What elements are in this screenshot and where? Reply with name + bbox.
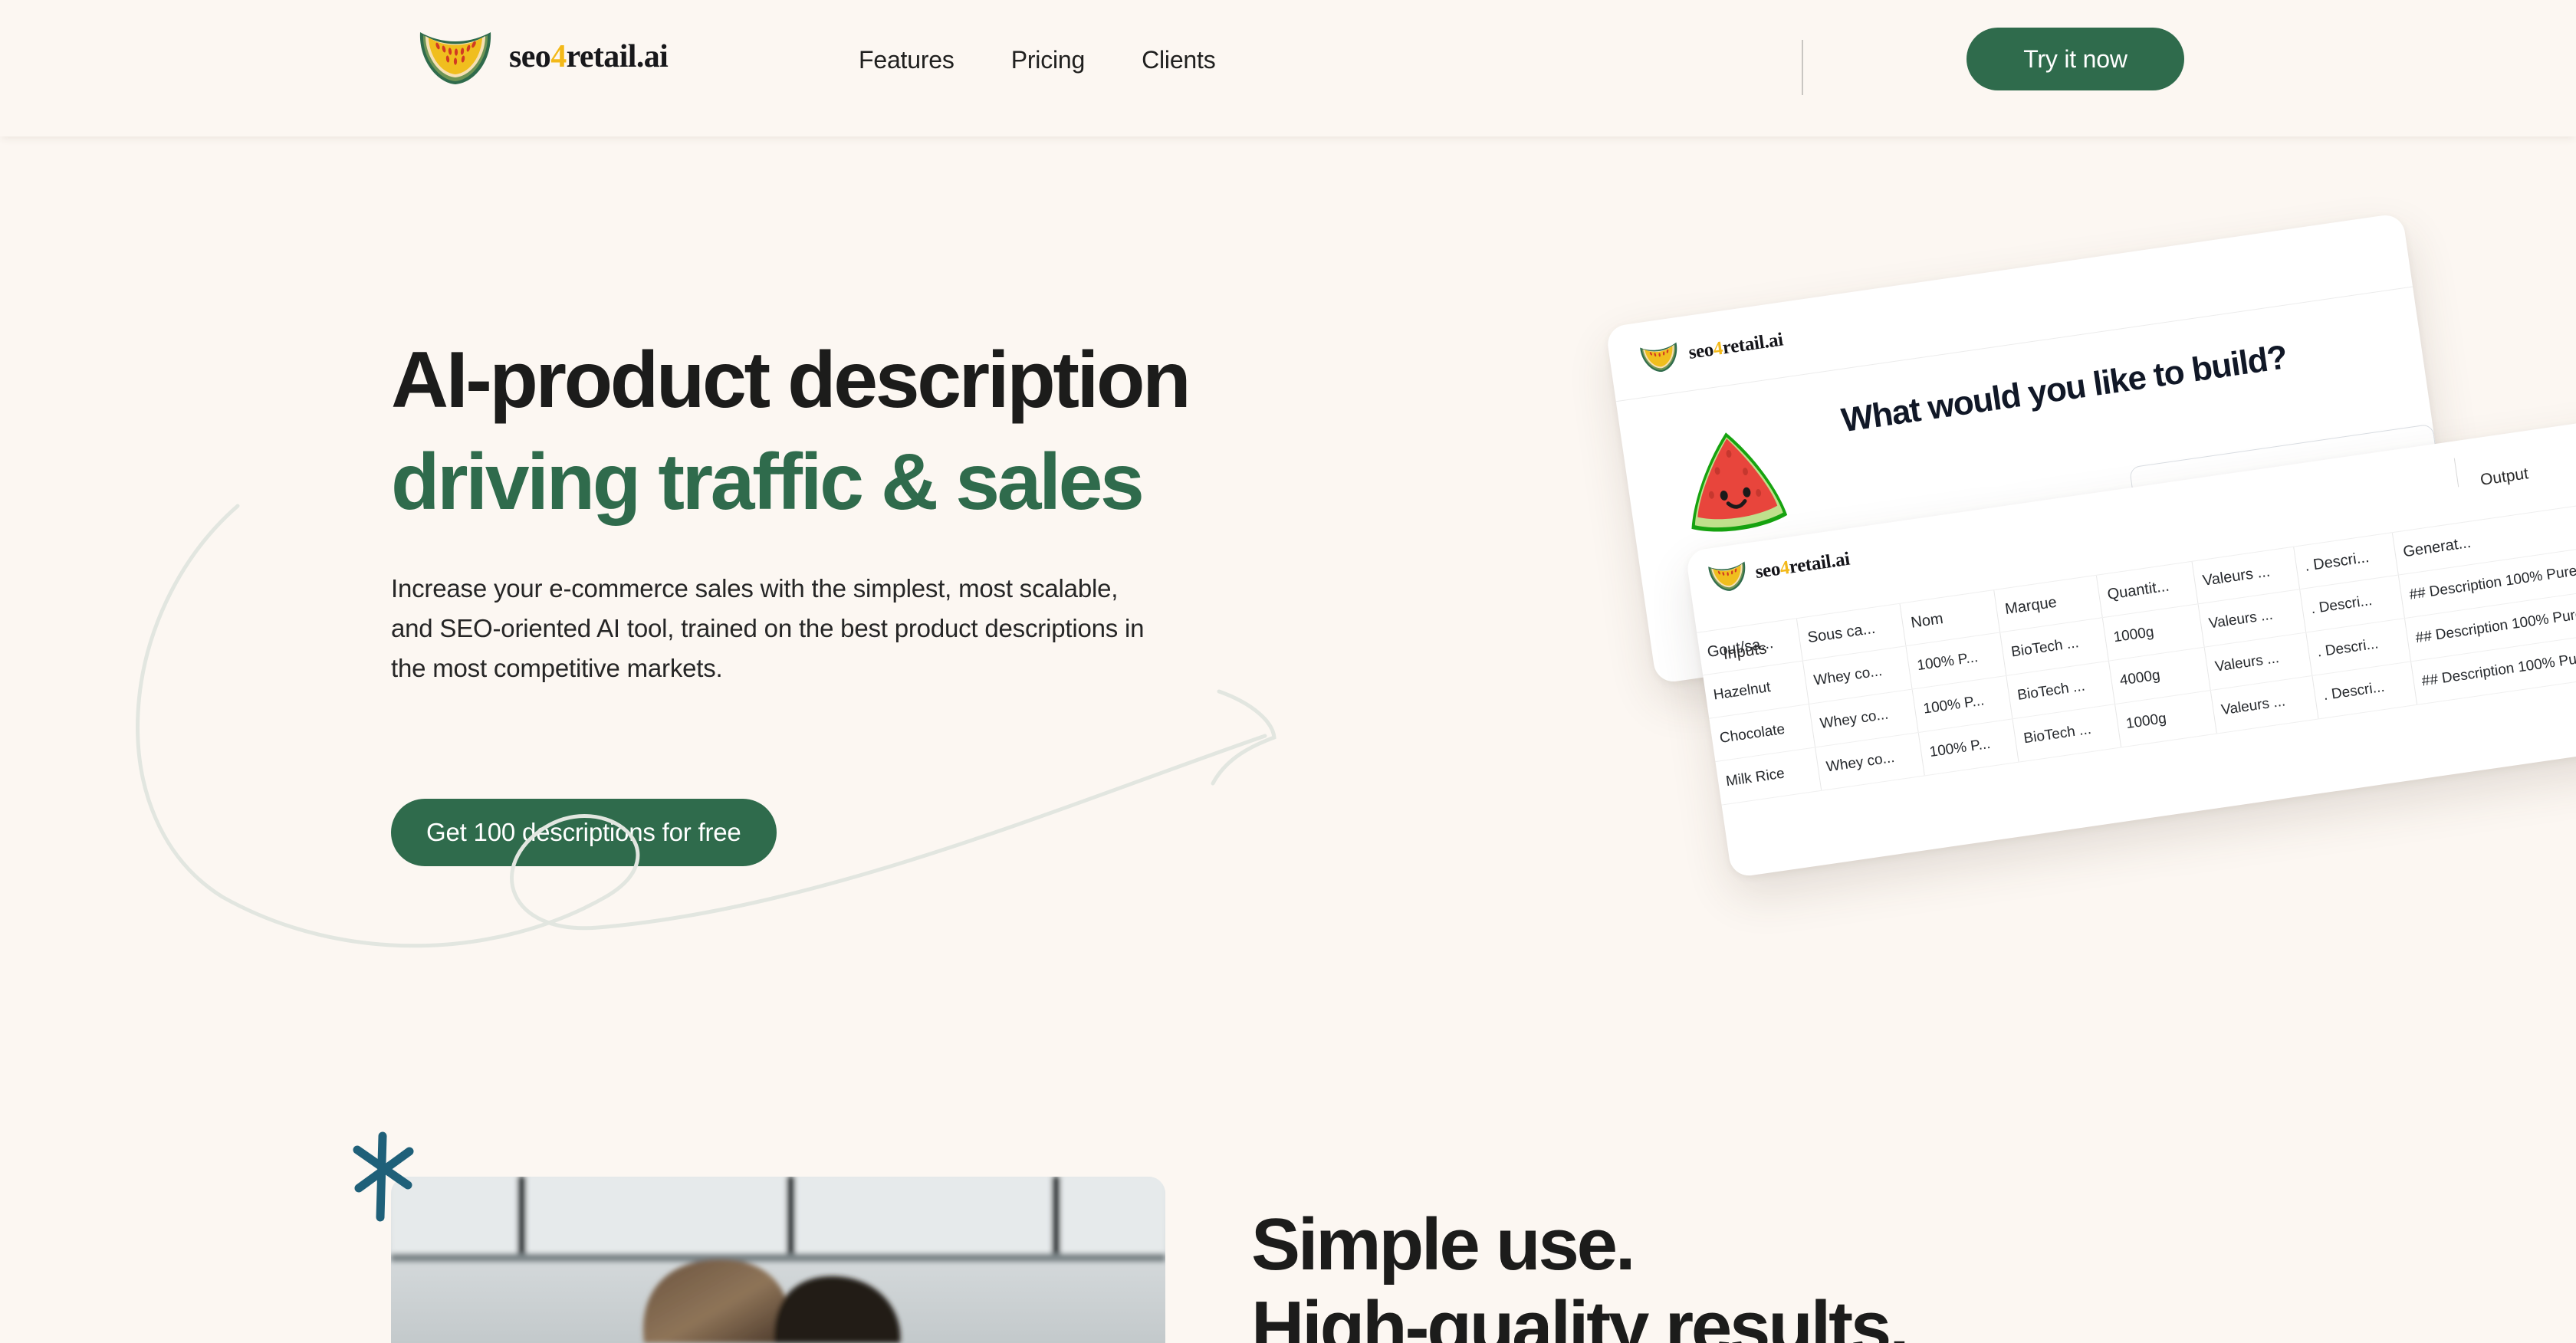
- photo-content: [391, 1177, 1165, 1343]
- hero-mockups: seo4retail.ai What would you like to bui…: [1595, 212, 2576, 981]
- brand-wordmark: seo4retail.ai: [509, 38, 669, 75]
- hero-paragraph: Increase your e-commerce sales with the …: [391, 574, 1145, 683]
- section-heading-simple-use: Simple use. High-quality results.: [1251, 1203, 1910, 1343]
- get-free-descriptions-button[interactable]: Get 100 descriptions for free: [391, 799, 777, 866]
- header-divider: [1802, 40, 1803, 95]
- hero-title-line-1: AI-product description: [391, 336, 1191, 425]
- watermelon-mascot-icon: [1691, 432, 1788, 532]
- watermelon-slice-icon: [419, 32, 491, 84]
- site-header: seo4retail.ai Features Pricing Clients T…: [0, 0, 2576, 136]
- brand-suffix: retail.ai: [566, 39, 669, 74]
- bottom-heading-line-1: Simple use.: [1251, 1203, 1636, 1286]
- nav-item-clients[interactable]: Clients: [1142, 46, 1216, 74]
- brand-four: 4: [550, 39, 567, 74]
- hero-section: AI-product description driving traffic &…: [391, 330, 1480, 866]
- woman-at-desk-photo: [391, 1177, 1165, 1343]
- main-nav: Features Pricing Clients: [859, 46, 1216, 74]
- mockup-brand-wordmark: seo4retail.ai: [1687, 329, 1785, 363]
- mockup-brand-prefix: seo: [1687, 339, 1715, 363]
- watermelon-slice-icon: [1640, 342, 1677, 372]
- watermelon-slice-icon: [1708, 561, 1746, 591]
- hero-title-line-2: driving traffic & sales: [391, 438, 1145, 527]
- output-divider: [2453, 458, 2459, 488]
- nav-item-features[interactable]: Features: [859, 46, 955, 74]
- mockup-brand-suffix: retail.ai: [1720, 329, 1785, 359]
- page-title: AI-product description driving traffic &…: [391, 330, 1480, 534]
- bottom-heading-line-2: High-quality results.: [1251, 1286, 1910, 1343]
- output-group-label: Output: [2479, 465, 2530, 489]
- brand-logo-link[interactable]: seo4retail.ai: [416, 28, 669, 86]
- mockup-table-brand-suffix: retail.ai: [1788, 548, 1852, 578]
- sparkle-asterisk-icon: [353, 1131, 414, 1222]
- nav-item-pricing[interactable]: Pricing: [1011, 46, 1086, 74]
- mockup-table-brand-prefix: seo: [1753, 558, 1782, 583]
- mockup-table-brand-wordmark: seo4retail.ai: [1754, 549, 1852, 583]
- brand-prefix: seo: [509, 39, 551, 74]
- try-it-now-button[interactable]: Try it now: [1967, 28, 2184, 90]
- landing-page: seo4retail.ai Features Pricing Clients T…: [0, 0, 2576, 1343]
